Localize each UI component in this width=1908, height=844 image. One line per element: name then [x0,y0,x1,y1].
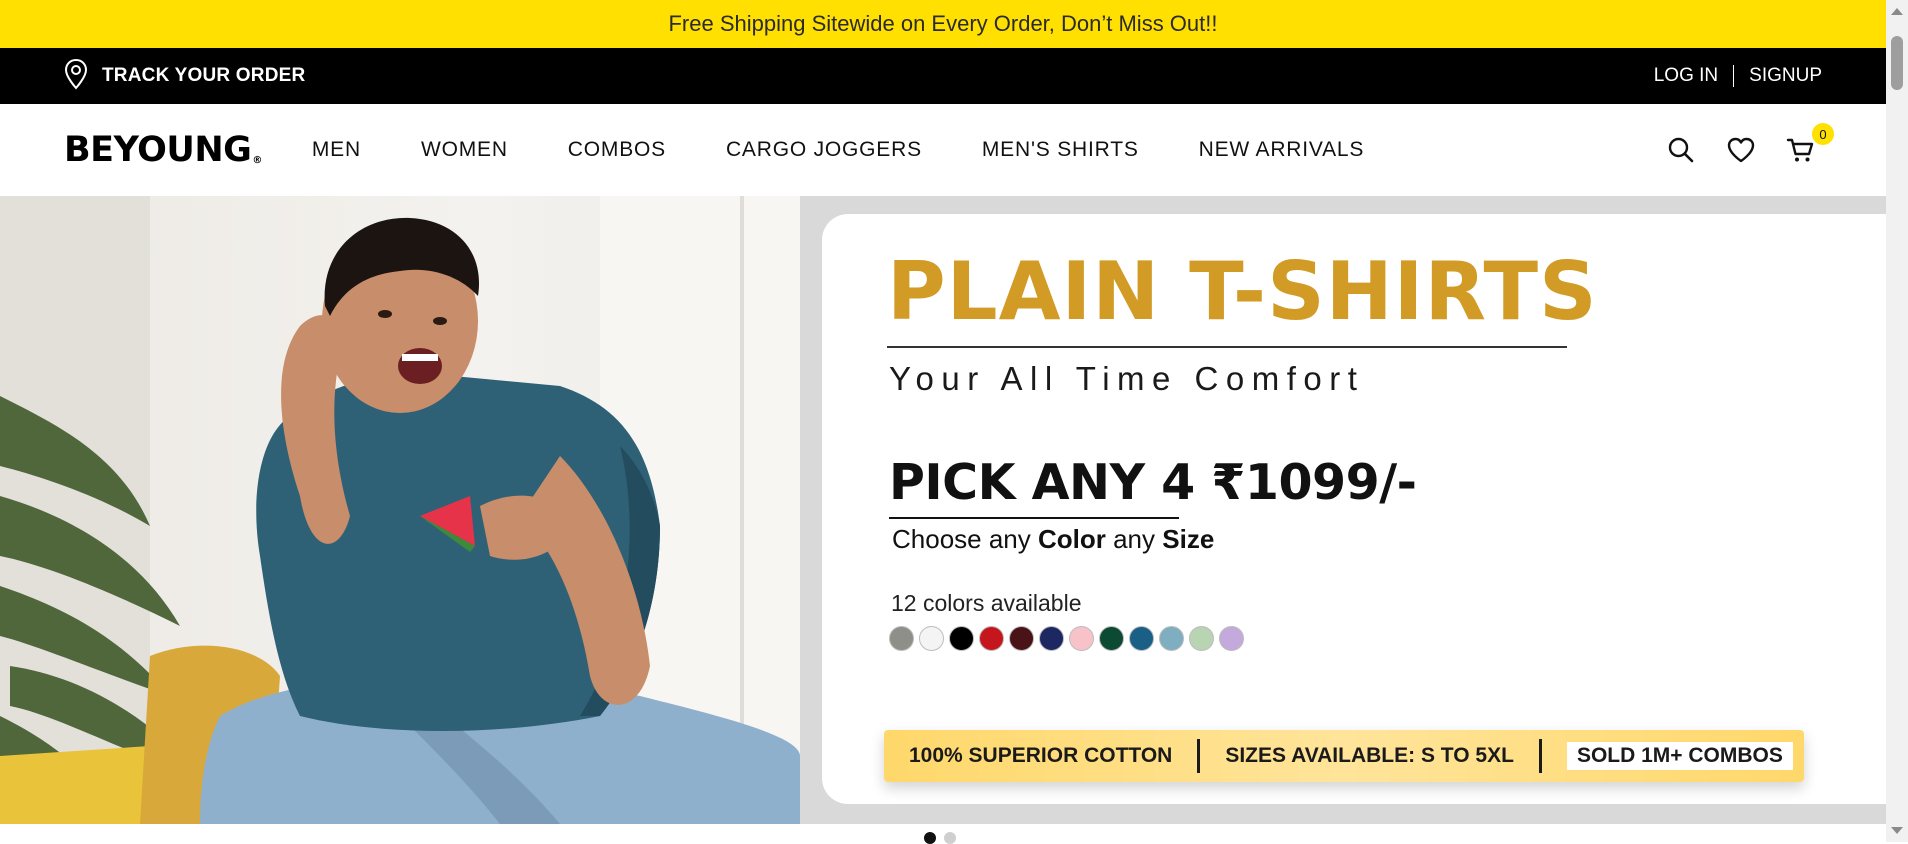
color-swatch [889,626,914,651]
color-swatch [1219,626,1244,651]
utility-bar: TRACK YOUR ORDER LOG IN SIGNUP [0,48,1886,104]
slider-dots [924,832,956,844]
benefit-cotton: 100% SUPERIOR COTTON [909,744,1173,767]
promo-title: PLAIN T-SHIRTS [887,245,1598,338]
offer-underline [889,517,1179,519]
color-swatch [1009,626,1034,651]
choose-text: Choose any Color any Size [892,524,1214,555]
cart-icon[interactable]: 0 [1786,123,1834,165]
choose-size: Size [1162,524,1215,554]
scroll-thumb[interactable] [1891,36,1903,90]
auth-links: LOG IN SIGNUP [1654,65,1822,87]
registered-mark: ® [252,155,262,166]
nav-item-cargo-joggers[interactable]: CARGO JOGGERS [726,138,922,162]
color-swatch [949,626,974,651]
benefits-strip: 100% SUPERIOR COTTON SIZES AVAILABLE: S … [884,730,1804,782]
track-order-label: TRACK YOUR ORDER [102,65,306,86]
promo-card: PLAIN T-SHIRTS Your All Time Comfort PIC… [822,214,1886,804]
nav-item-women[interactable]: WOMEN [421,138,508,162]
page-scrollbar[interactable] [1886,0,1908,842]
nav-item-mens-shirts[interactable]: MEN'S SHIRTS [982,138,1139,162]
benefit-divider [1538,739,1542,773]
color-swatch [1189,626,1214,651]
color-swatch [1159,626,1184,651]
heart-icon[interactable] [1726,135,1756,165]
nav-item-combos[interactable]: COMBOS [568,138,666,162]
announcement-text: Free Shipping Sitewide on Every Order, D… [668,11,1218,36]
title-underline [887,346,1567,348]
choose-prefix: Choose any [892,524,1038,554]
search-icon[interactable] [1666,135,1696,165]
brand-logo[interactable]: BEYOUNG® [64,130,262,170]
scroll-up-arrow[interactable] [1891,8,1903,15]
color-swatch [1099,626,1124,651]
color-swatch [1129,626,1154,651]
choose-color: Color [1037,524,1106,554]
slider-dot[interactable] [924,832,936,844]
benefit-sold: SOLD 1M+ COMBOS [1566,742,1793,770]
color-swatches [889,626,1244,651]
color-swatch [919,626,944,651]
colors-available-label: 12 colors available [891,590,1082,616]
login-link[interactable]: LOG IN [1654,65,1718,87]
benefit-sizes: SIZES AVAILABLE: S TO 5XL [1225,744,1514,767]
nav-item-new-arrivals[interactable]: NEW ARRIVALS [1199,138,1365,162]
cart-count-badge: 0 [1812,123,1834,145]
nav-menu: MEN WOMEN COMBOS CARGO JOGGERS MEN'S SHI… [312,138,1424,162]
hero-banner[interactable]: PLAIN T-SHIRTS Your All Time Comfort PIC… [0,196,1886,824]
brand-logo-text: BEYOUNG [64,130,252,170]
promo-subtitle: Your All Time Comfort [889,360,1365,397]
auth-divider [1733,65,1735,87]
choose-middle: any [1105,524,1163,554]
color-swatch [1069,626,1094,651]
announcement-bar: Free Shipping Sitewide on Every Order, D… [0,0,1886,48]
scroll-down-arrow[interactable] [1891,827,1903,834]
slider-dot[interactable] [944,832,956,844]
hero-model-photo [0,196,800,824]
main-nav: BEYOUNG® MEN WOMEN COMBOS CARGO JOGGERS … [0,104,1886,196]
location-pin-icon [64,58,88,95]
offer-price: PICK ANY 4 ₹1099/- [889,454,1417,511]
color-swatch [979,626,1004,651]
signup-link[interactable]: SIGNUP [1749,65,1822,87]
color-swatch [1039,626,1064,651]
nav-icons: 0 [1666,104,1834,196]
nav-item-men[interactable]: MEN [312,138,361,162]
track-order-link[interactable]: TRACK YOUR ORDER [64,58,305,95]
